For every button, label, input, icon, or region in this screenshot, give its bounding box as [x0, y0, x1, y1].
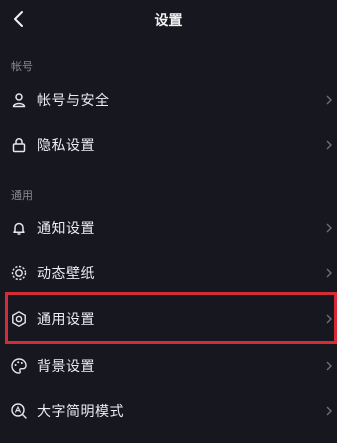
settings-item-label: 隐私设置 [37, 138, 95, 154]
settings-item-label: 通用设置 [37, 312, 95, 328]
settings-item-label: 动态壁纸 [37, 266, 95, 282]
settings-item-live-wallpaper[interactable]: 动态壁纸 [0, 251, 337, 295]
palette-icon [10, 357, 28, 375]
settings-item-large-text-mode[interactable]: 大字简明模式 [0, 389, 337, 433]
chevron-right-icon [324, 139, 334, 151]
settings-item-label: 背景设置 [37, 359, 95, 375]
chevron-right-icon [324, 94, 334, 106]
chevron-right-icon [324, 222, 334, 234]
page-title: 设置 [154, 13, 183, 29]
chevron-right-icon [324, 267, 334, 279]
section-label-account: 帐号 [11, 60, 33, 73]
settings-item-label: 大字简明模式 [37, 404, 124, 420]
section-label-general: 通用 [11, 189, 33, 202]
chevron-right-icon [324, 405, 334, 417]
settings-item-general[interactable]: 通用设置 [0, 297, 337, 341]
settings-item-account-security[interactable]: 帐号与安全 [0, 78, 337, 122]
chevron-right-icon [324, 360, 334, 372]
settings-item-privacy[interactable]: 隐私设置 [0, 123, 337, 167]
sun-wallpaper-icon [10, 264, 28, 282]
settings-item-notifications[interactable]: 通知设置 [0, 206, 337, 250]
settings-item-label: 通知设置 [37, 221, 95, 237]
lock-icon [10, 136, 28, 154]
top-bar: 设置 [0, 0, 337, 40]
text-search-icon [10, 402, 28, 420]
settings-item-background[interactable]: 背景设置 [0, 344, 337, 388]
settings-item-label: 帐号与安全 [37, 93, 110, 109]
chevron-right-icon [324, 313, 334, 325]
gear-icon [10, 310, 28, 328]
bell-icon [10, 219, 28, 237]
user-icon [10, 91, 28, 109]
